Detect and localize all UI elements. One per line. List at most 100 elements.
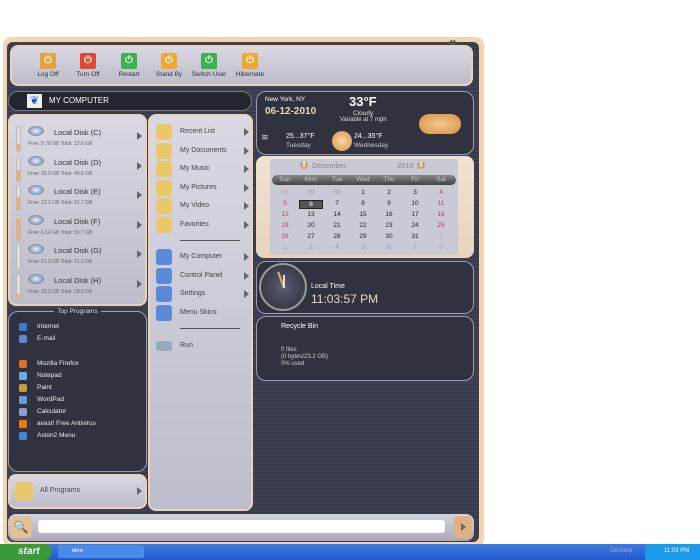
calendar-day[interactable]: 11	[429, 200, 453, 207]
calendar-day[interactable]: 2	[377, 189, 401, 196]
place-my-music[interactable]: My Music	[156, 161, 250, 178]
calendar-day[interactable]: 6	[299, 200, 323, 209]
calendar-day[interactable]: 2	[273, 244, 297, 251]
system-control-panel[interactable]: Control Panel	[156, 267, 250, 285]
start-button[interactable]: start	[0, 544, 52, 560]
all-programs-button[interactable]: All Programs	[8, 474, 147, 509]
analog-clock-icon	[259, 263, 307, 311]
month-spinner[interactable]: ⇕	[300, 161, 308, 169]
log-off-button[interactable]: ⏻ Log Off	[28, 53, 68, 78]
disk-item[interactable]: Local Disk (D) Free: 28.9 GB Total: 49.8 …	[14, 154, 142, 184]
top-programs-panel: Top Programs Internet E-mail Mozilla Firef…	[8, 308, 147, 472]
recycle-bin-widget[interactable]: Recycle Bin 0 files (0 bytes/23.2 GB) 0%…	[256, 316, 474, 381]
restart-button[interactable]: ⏻ Restart	[109, 53, 149, 78]
calendar-day[interactable]: 15	[351, 211, 375, 218]
disk-item[interactable]: Local Disk (E) Free: 23.1 GB Total: 51.7 …	[14, 183, 142, 213]
year-spinner[interactable]: ⇕	[417, 161, 425, 169]
system-menu-skins[interactable]: Menu Skins	[156, 304, 250, 322]
calendar-day[interactable]: 18	[429, 211, 453, 218]
calendar-day[interactable]: 29	[299, 189, 323, 196]
calendar-day[interactable]: 28	[325, 233, 349, 240]
system-my-computer[interactable]: My Computer	[156, 249, 250, 266]
calendar-day[interactable]: 21	[325, 222, 349, 229]
calendar-day[interactable]: 4	[325, 244, 349, 251]
search-input[interactable]	[38, 520, 445, 533]
program-icon	[19, 384, 27, 392]
disk-item[interactable]: Local Disk (F) Free: 6.14 GB Total: 50.7 …	[14, 213, 142, 243]
tray-clock[interactable]: 11:03 PM	[664, 548, 689, 554]
chevron-right-icon	[244, 202, 249, 210]
forecast-day: Tuesday	[286, 142, 311, 149]
stand-by-button[interactable]: ⏻ Stand By	[149, 53, 189, 78]
calendar-day[interactable]: 17	[403, 211, 427, 218]
program-label: WordPad	[37, 396, 64, 403]
calendar-day[interactable]: 3	[403, 189, 427, 196]
calendar-day[interactable]: 24	[403, 222, 427, 229]
place-label: Favorites	[180, 220, 209, 228]
calendar-day[interactable]: 20	[299, 222, 323, 229]
weekday-label: Tue	[331, 176, 343, 183]
search-go-button[interactable]	[454, 516, 472, 538]
disk-item[interactable]: Local Disk (H) Free: 15.2 GB Total: 18.5 …	[14, 272, 142, 302]
system-tray: 11:03 PM	[645, 544, 700, 560]
calendar-day[interactable]: 10	[403, 200, 427, 207]
calendar-day[interactable]: 22	[351, 222, 375, 229]
calendar-day[interactable]: 9	[377, 200, 401, 207]
calendar-day[interactable]: 29	[351, 233, 375, 240]
star-icon	[156, 216, 172, 233]
calendar-day[interactable]: 26	[273, 233, 297, 240]
place-my-documents[interactable]: My Documents	[156, 142, 250, 160]
calendar-day[interactable]: 5	[273, 200, 297, 207]
calendar-day[interactable]: 13	[299, 211, 323, 218]
chevron-right-icon	[244, 290, 249, 298]
weekday-label: Sun	[279, 176, 291, 183]
calendar-day[interactable]: 25	[429, 222, 453, 229]
calendar-day[interactable]: 30	[377, 233, 401, 240]
calendar-day[interactable]: 19	[273, 222, 297, 229]
hibernate-button[interactable]: ⏻ Hibernate	[230, 53, 270, 78]
desktop-toolbar[interactable]: Desktop	[610, 548, 632, 554]
run-icon	[156, 341, 172, 351]
place-recent-list[interactable]: Recent List	[156, 124, 250, 141]
weather-city: New York, NY	[265, 96, 306, 103]
disk-usage-bar	[16, 244, 21, 270]
calendar-day[interactable]: 1	[351, 189, 375, 196]
calendar-day[interactable]: 3	[299, 244, 323, 251]
weather-date: 06-12-2010	[265, 106, 317, 117]
calendar-day[interactable]: 6	[377, 244, 401, 251]
place-favorites[interactable]: Favorites	[156, 216, 250, 234]
calendar-day[interactable]: 8	[429, 244, 453, 251]
weekday-label: Mon	[304, 176, 318, 183]
place-my-video[interactable]: My Video	[156, 198, 250, 215]
calendar-day[interactable]: 7	[325, 200, 349, 207]
taskbar-task[interactable]: мнн	[58, 545, 144, 558]
calendar-day[interactable]: 12	[273, 211, 297, 218]
calendar-day[interactable]: 31	[403, 233, 427, 240]
system-settings[interactable]: Settings	[156, 286, 250, 303]
disk-item[interactable]: Local Disk (C) Free: 8.78 GB Total: 12.6 …	[14, 124, 142, 154]
calendar-day[interactable]: 1	[429, 233, 453, 240]
run-item[interactable]: Run	[156, 338, 250, 355]
program-label: Paint	[37, 384, 52, 391]
disk-info: Free: 23.1 GB Total: 51.7 GB	[28, 200, 93, 206]
switch-user-button[interactable]: ⏻ Switch User	[189, 53, 229, 78]
calendar-day[interactable]: 28	[273, 189, 297, 196]
search-bar: 🔍	[8, 514, 474, 541]
disk-usage-bar	[16, 273, 21, 300]
turn-off-button[interactable]: ⏻ Turn Off	[68, 53, 108, 78]
place-my-pictures[interactable]: My Pictures	[156, 179, 250, 197]
place-label: Recent List	[180, 128, 216, 135]
calendar-day[interactable]: 7	[403, 244, 427, 251]
calendar-day[interactable]: 8	[351, 200, 375, 207]
search-icon[interactable]: 🔍	[10, 516, 32, 538]
calendar-day[interactable]: 14	[325, 211, 349, 218]
calendar-day[interactable]: 30	[325, 189, 349, 196]
calendar-day[interactable]: 5	[351, 244, 375, 251]
calendar-day[interactable]: 16	[377, 211, 401, 218]
chevron-right-icon	[244, 128, 249, 136]
disk-item[interactable]: Local Disk (G) Free: 51.0 GB Total: 51.2 …	[14, 242, 142, 272]
calendar-day[interactable]: 27	[299, 233, 323, 240]
calendar-day[interactable]: 23	[377, 222, 401, 229]
calendar-day[interactable]: 4	[429, 189, 453, 196]
forecast-range: 24...35°F	[354, 133, 383, 140]
